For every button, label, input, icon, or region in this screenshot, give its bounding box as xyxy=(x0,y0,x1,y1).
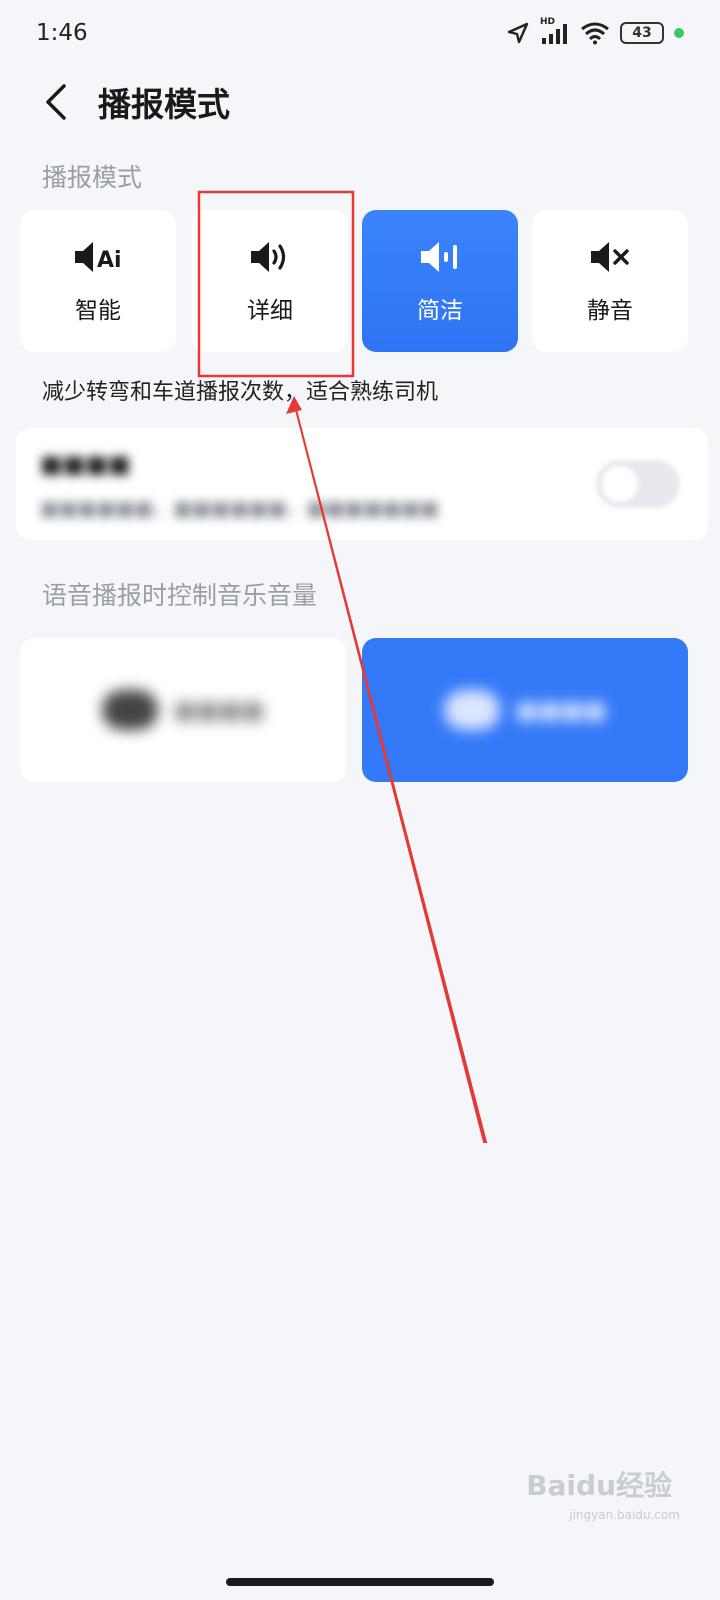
section-label-music: 语音播报时控制音乐音量 xyxy=(42,581,318,610)
setting-row-subtitle: ■■■■■■，■■■■■■，■■■■■■■ xyxy=(40,496,440,520)
status-time: 1:46 xyxy=(36,20,88,46)
mode-label-concise: 简洁 xyxy=(417,298,463,324)
mode-description: 减少转弯和车道播报次数，适合熟练司机 xyxy=(42,380,439,405)
status-bar: 1:46 HD 43 xyxy=(0,0,720,66)
speaker-ai-icon: Ai xyxy=(75,242,122,273)
setting-toggle[interactable] xyxy=(596,460,680,508)
music-option-2-content: ■■■■ xyxy=(443,690,607,730)
mode-card-mute[interactable]: 静音 xyxy=(532,210,688,352)
chevron-left-icon xyxy=(46,84,66,120)
speaker-mute-icon xyxy=(591,242,629,272)
status-dot xyxy=(674,28,684,38)
watermark-url: jingyan.baidu.com xyxy=(569,1508,680,1522)
watermark-logo: Baidu经验 xyxy=(526,1469,672,1502)
mode-card-detailed[interactable]: 详细 xyxy=(192,210,348,352)
setting-row[interactable]: ■■■■ ■■■■■■，■■■■■■，■■■■■■■ xyxy=(16,428,708,540)
svg-text:Ai: Ai xyxy=(97,248,122,273)
battery-level: 43 xyxy=(632,25,652,41)
music-option-1-icon xyxy=(101,690,158,730)
back-button[interactable] xyxy=(34,80,78,124)
mode-label-mute: 静音 xyxy=(587,298,633,324)
setting-row-title: ■■■■ xyxy=(40,450,131,478)
mode-label-smart: 智能 xyxy=(75,298,121,324)
mode-card-smart[interactable]: Ai 智能 xyxy=(20,210,176,352)
page-title: 播报模式 xyxy=(98,85,230,124)
location-arrow-icon xyxy=(507,22,529,44)
music-option-2[interactable]: ■■■■ xyxy=(362,638,688,782)
music-option-1-content: ■■■■ xyxy=(101,690,265,730)
section-label-broadcast: 播报模式 xyxy=(42,163,143,192)
mode-label-detailed: 详细 xyxy=(247,298,293,324)
toggle-knob xyxy=(602,466,638,502)
battery-icon: 43 xyxy=(620,22,664,44)
speaker-detailed-icon xyxy=(251,242,286,272)
music-option-2-icon xyxy=(443,690,500,730)
music-option-1-label: ■■■■ xyxy=(173,696,265,724)
wifi-icon xyxy=(581,22,609,45)
music-option-2-label: ■■■■ xyxy=(515,696,607,724)
speaker-concise-icon xyxy=(421,242,457,272)
status-icons: HD 43 xyxy=(506,17,684,46)
mode-card-concise[interactable]: 简洁 xyxy=(362,210,518,352)
home-indicator[interactable] xyxy=(226,1578,494,1586)
header: 播报模式 xyxy=(0,70,720,134)
signal-icon: HD xyxy=(540,17,570,46)
music-option-1[interactable]: ■■■■ xyxy=(20,638,346,782)
